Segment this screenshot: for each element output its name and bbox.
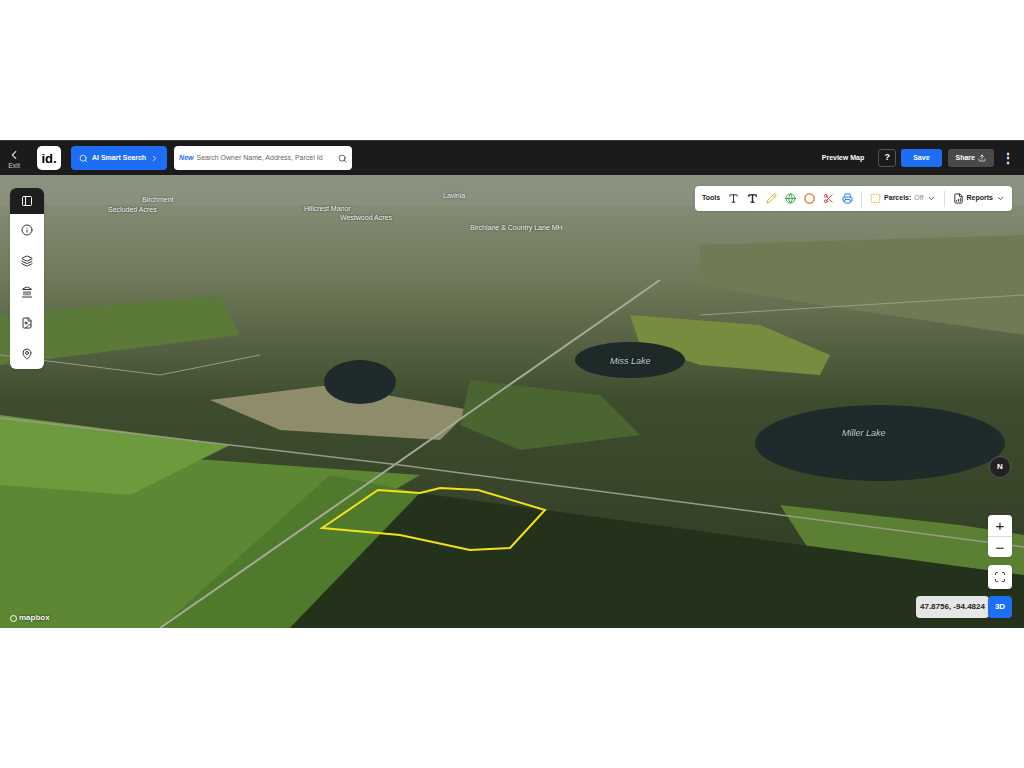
search-field[interactable]: NewSearch Owner Name, Address, Parcel Id <box>174 146 352 170</box>
top-margin <box>0 0 1024 140</box>
place-label: Westwood Acres <box>340 213 392 224</box>
place-label: Lavinia <box>443 191 465 202</box>
tool-icon <box>21 255 33 267</box>
left-tool-button[interactable] <box>10 245 44 276</box>
circle-icon[interactable] <box>804 193 815 204</box>
aerial-imagery <box>0 175 1024 628</box>
preview-map-button[interactable]: Preview Map <box>822 153 864 164</box>
tool-icon <box>21 348 33 360</box>
print-icon[interactable] <box>842 193 853 204</box>
panel-icon <box>21 195 33 207</box>
chevron-icon <box>150 154 159 163</box>
tool-icon <box>21 286 33 298</box>
place-label: Hillcrest Manor <box>304 204 351 215</box>
panel-toggle[interactable] <box>10 188 44 214</box>
mapbox-attribution: mapbox <box>10 612 50 624</box>
parcel-icon <box>870 193 881 204</box>
lake-label: Miss Lake <box>610 355 651 369</box>
help-button[interactable]: ? <box>878 149 896 167</box>
back-icon <box>7 148 21 162</box>
chevron-icon <box>927 194 936 203</box>
search-icon <box>338 154 347 163</box>
logo[interactable]: id. <box>37 146 61 170</box>
ai-smart-search-button[interactable]: AI Smart Search <box>71 146 167 170</box>
header-bar: Exit id. AI Smart Search NewSearch Owner Na… <box>0 140 1024 175</box>
page: Exit id. AI Smart Search NewSearch Owner Na… <box>0 0 1024 768</box>
report-icon <box>953 193 964 204</box>
zoom-out-button[interactable]: − <box>988 536 1012 557</box>
lake-label: Miller Lake <box>842 427 886 441</box>
globe-icon[interactable] <box>785 193 796 204</box>
parcels-toggle[interactable]: Parcels:Off <box>870 193 935 204</box>
fullscreen-icon <box>994 571 1006 583</box>
zoom-in-button[interactable]: + <box>988 515 1012 536</box>
left-tool-button[interactable] <box>10 214 44 245</box>
save-button[interactable]: Save <box>901 149 941 167</box>
place-label: Secluded Acres <box>108 205 157 216</box>
map[interactable]: BirchmentSecluded Acres Hillcrest ManorWe… <box>0 175 1024 628</box>
parcel-outline[interactable] <box>322 488 545 550</box>
label-icon[interactable] <box>747 193 758 204</box>
pencil-icon[interactable] <box>766 193 777 204</box>
left-tool-button[interactable] <box>10 338 44 369</box>
scissors-icon[interactable] <box>823 193 834 204</box>
share-button[interactable]: Share <box>948 149 994 167</box>
zoom-control: +− <box>988 515 1012 557</box>
place-label: Birchlane & Country Lane MH <box>470 223 563 234</box>
bottom-margin <box>0 628 1024 768</box>
tool-icon <box>21 224 33 236</box>
search-icon <box>79 154 88 163</box>
tools-bar: ToolsParcels:OffReports <box>695 186 1012 211</box>
share-icon <box>978 154 986 162</box>
left-toolbar <box>10 188 44 369</box>
exit-button[interactable]: Exit <box>0 148 28 169</box>
view-mode-button[interactable]: 3D <box>988 596 1012 618</box>
place-label: Birchment <box>142 195 174 206</box>
coordinates: 47.8756, -94.4824 <box>916 596 989 618</box>
chevron-icon <box>996 194 1005 203</box>
fullscreen-button[interactable] <box>988 565 1012 589</box>
mapbox-logo-icon <box>10 615 17 622</box>
compass[interactable]: N <box>989 456 1011 478</box>
reports-menu[interactable]: Reports <box>953 193 1005 204</box>
more-menu[interactable]: ⋮ <box>1002 149 1014 167</box>
left-tool-button[interactable] <box>10 276 44 307</box>
left-tool-button[interactable] <box>10 307 44 338</box>
text-icon[interactable] <box>728 193 739 204</box>
tool-icon <box>21 317 33 329</box>
